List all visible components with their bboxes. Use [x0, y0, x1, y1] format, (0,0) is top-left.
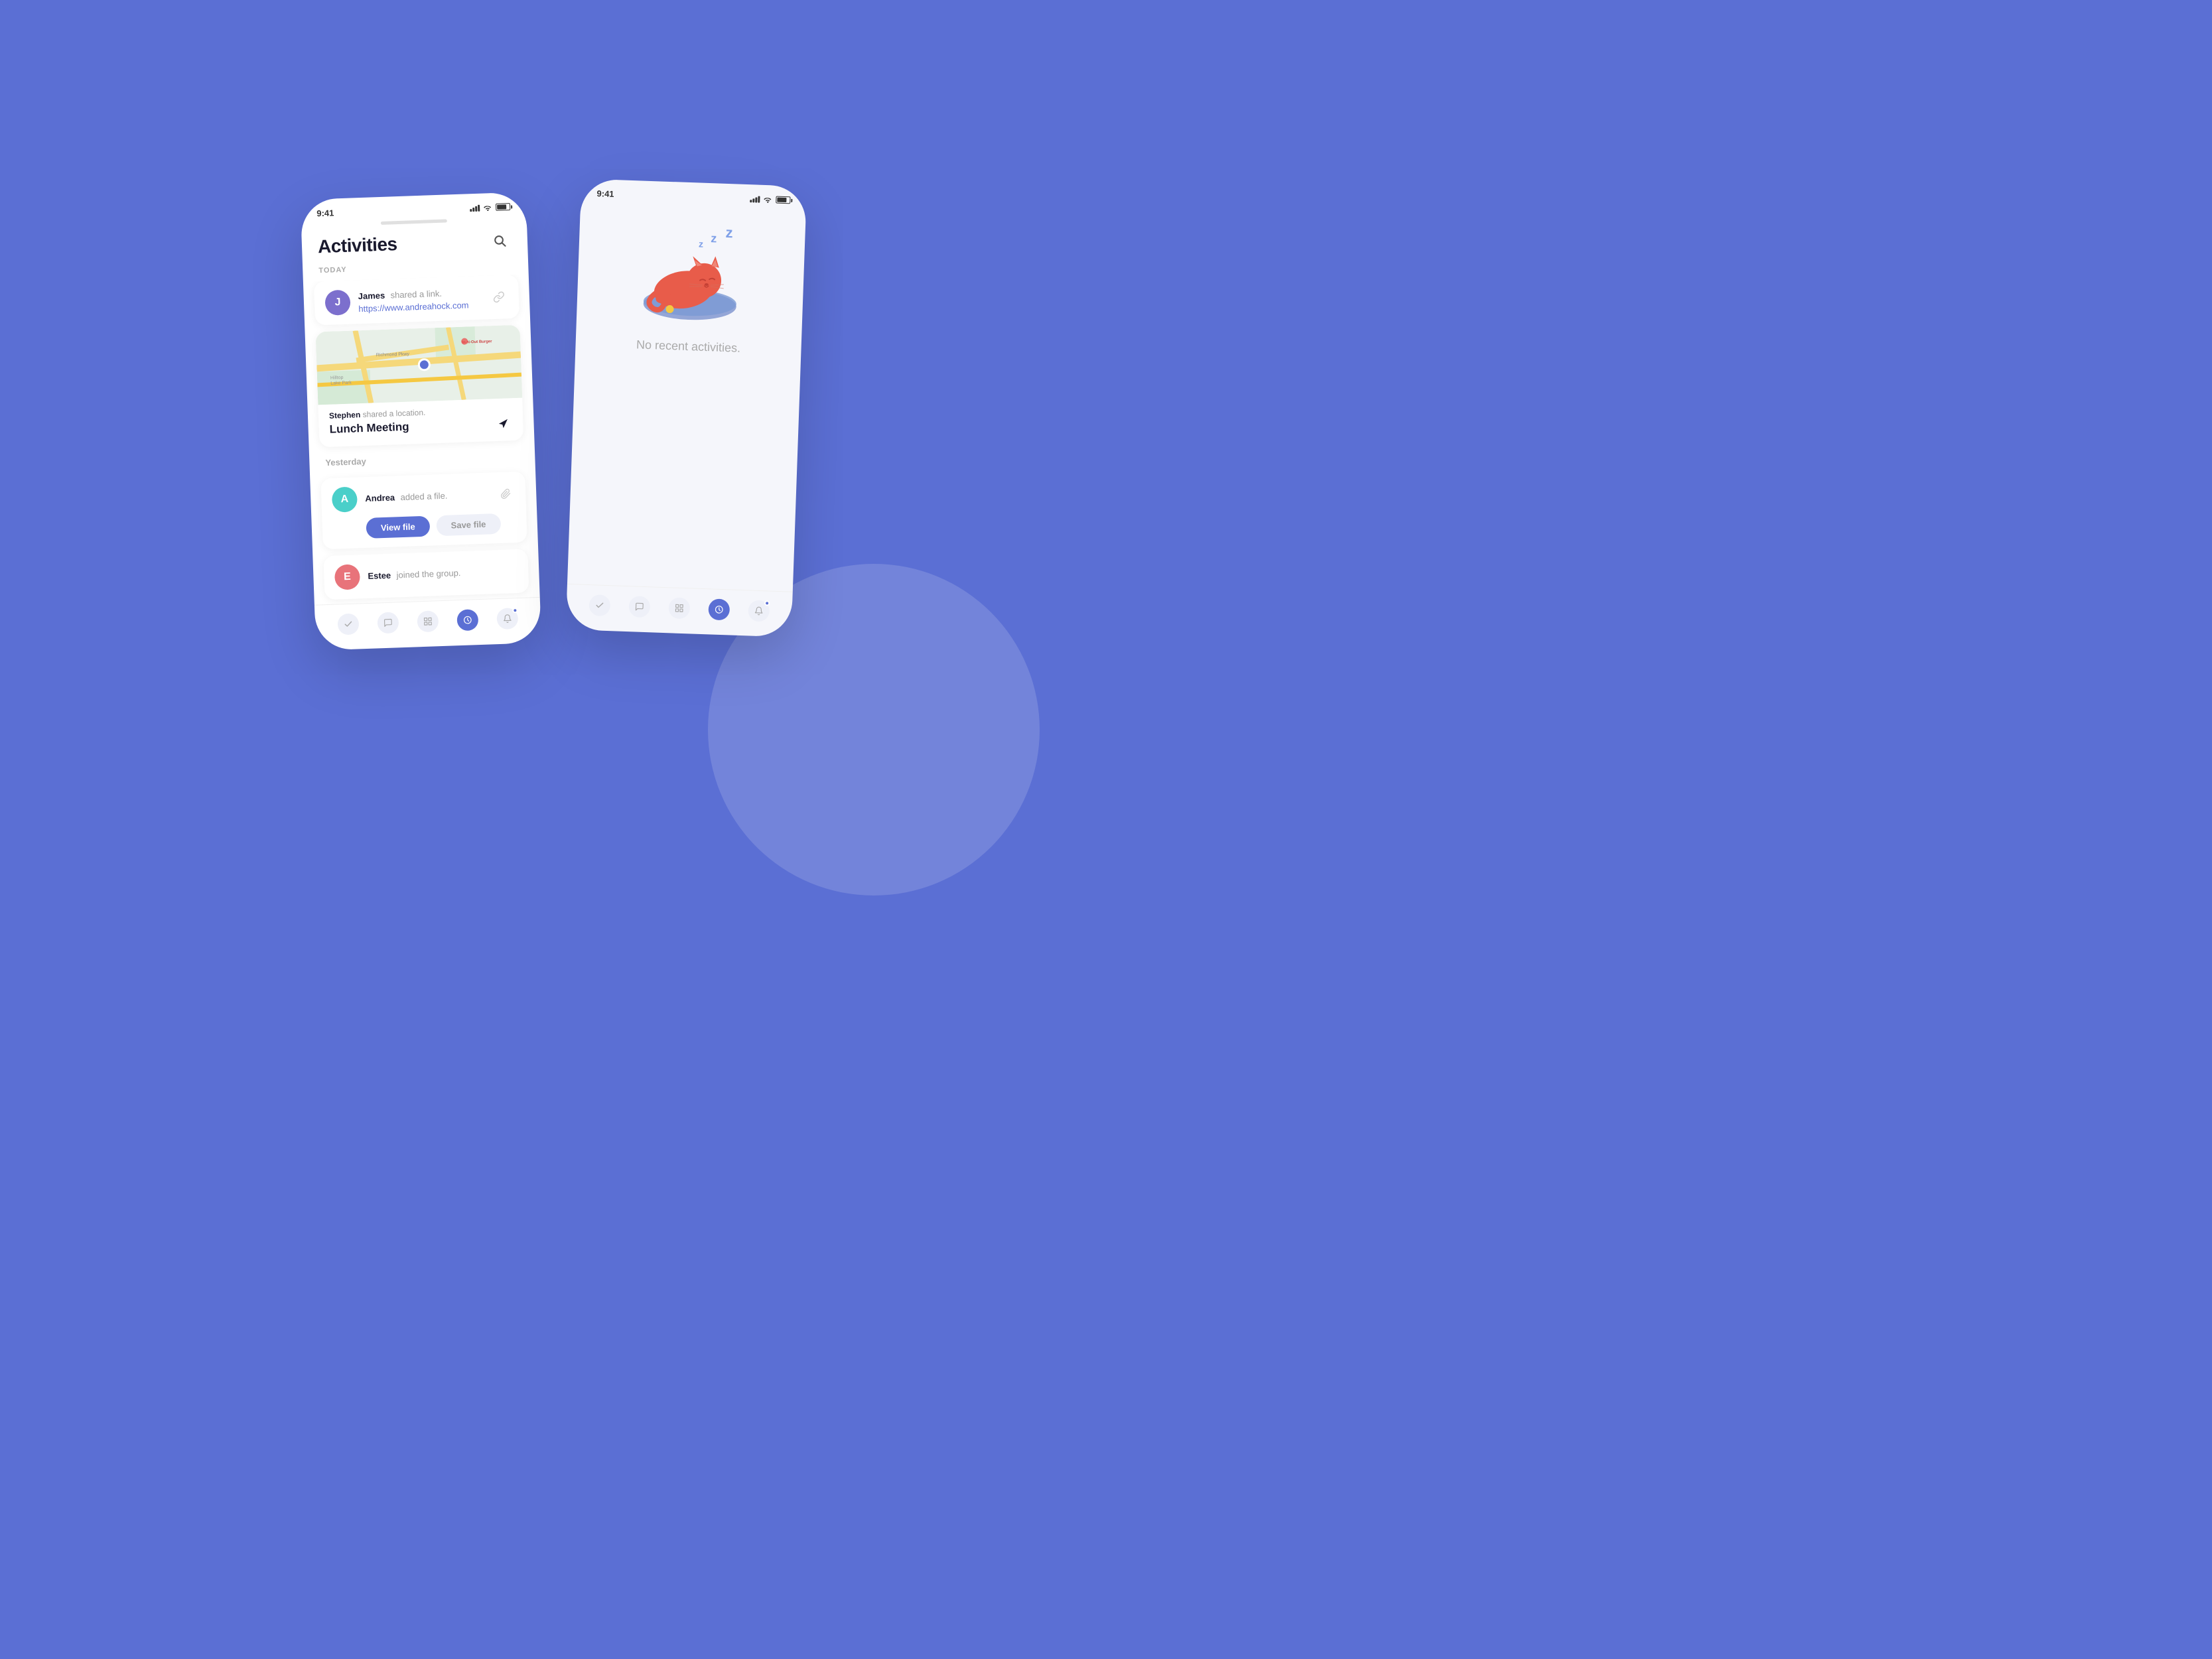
view-file-button[interactable]: View file [366, 516, 430, 539]
phone-activities: 9:41 Activities [300, 192, 541, 650]
activity-action-andrea: added a file. [400, 491, 447, 502]
status-icons [469, 203, 510, 212]
check-nav-icon-2 [588, 594, 610, 616]
battery-icon-2 [776, 196, 790, 204]
chat-nav-icon [377, 612, 399, 633]
status-time-2: 9:41 [596, 188, 614, 199]
svg-text:Lake Park: Lake Park [330, 381, 352, 386]
map-person-name: Stephen [328, 410, 360, 421]
svg-text:z: z [698, 239, 703, 249]
nav-chat[interactable] [376, 610, 400, 635]
chat-nav-icon-2 [628, 596, 650, 618]
clock-nav-icon [456, 609, 478, 631]
bottom-nav-phone2 [565, 584, 792, 637]
location-title: Lunch Meeting [329, 421, 409, 436]
attachment-icon [496, 484, 515, 503]
section-yesterday: Yesterday [319, 447, 524, 472]
search-icon [492, 233, 506, 247]
activities-list: J James shared a link. https://www.andre… [303, 274, 539, 605]
activity-card-join[interactable]: E Estee joined the group. [323, 549, 529, 600]
nav-clock-2[interactable] [707, 597, 731, 622]
grid-nav-icon-2 [668, 597, 690, 619]
bottom-nav-phone1 [314, 597, 541, 651]
nav-chat-2[interactable] [627, 594, 652, 619]
nav-bell-2[interactable] [746, 598, 771, 623]
search-button[interactable] [487, 228, 512, 253]
signal-icon [470, 204, 480, 212]
activity-name-andrea: Andrea [365, 492, 395, 503]
notification-dot [512, 608, 518, 613]
activity-info-estee: Estee joined the group. [368, 565, 518, 582]
svg-text:z: z [710, 232, 717, 245]
svg-text:z: z [725, 225, 733, 241]
battery-icon [495, 203, 510, 211]
nav-bell[interactable] [495, 606, 519, 631]
wifi-icon-2 [763, 196, 772, 203]
nav-clock[interactable] [455, 608, 480, 632]
no-activities-text: No recent activities. [636, 338, 740, 355]
page-title: Activities [317, 233, 397, 257]
activity-card-link[interactable]: J James shared a link. https://www.andre… [313, 275, 519, 326]
nav-grid[interactable] [415, 609, 440, 633]
phone-empty: 9:41 z [565, 178, 807, 637]
activity-card-map[interactable]: Richmond Pkwy In-N-Out Burger Hilltop La… [315, 325, 523, 448]
file-actions: View file Save file [332, 513, 516, 540]
empty-state-content: z z z [567, 203, 805, 592]
sleeping-cat-illustration: z z z [630, 225, 752, 322]
nav-check-2[interactable] [587, 593, 612, 618]
nav-check[interactable] [336, 612, 360, 636]
activity-info-james: James shared a link. https://www.andreah… [358, 286, 482, 313]
link-icon [489, 287, 508, 306]
svg-text:Hilltop: Hilltop [330, 375, 343, 381]
status-icons-2 [750, 195, 790, 204]
activity-name-estee: Estee [368, 570, 391, 581]
wifi-icon [482, 204, 492, 211]
signal-icon-2 [750, 196, 760, 203]
activity-action-james: shared a link. [390, 288, 442, 300]
save-file-button[interactable]: Save file [436, 513, 501, 536]
clock-nav-icon-2 [708, 598, 730, 620]
grid-nav-icon [417, 610, 439, 632]
activity-name-james: James [358, 290, 385, 300]
map-info: Stephen shared a location. Lunch Meeting [318, 398, 523, 448]
avatar-james: J [324, 290, 350, 316]
status-time: 9:41 [316, 208, 334, 218]
avatar-andrea: A [331, 486, 357, 512]
activity-card-file[interactable]: A Andrea added a file. View file [320, 472, 527, 550]
phones-container: 9:41 Activities [308, 189, 799, 640]
nav-grid-2[interactable] [667, 596, 691, 620]
navigate-icon[interactable] [494, 414, 513, 433]
activity-action-estee: joined the group. [396, 568, 460, 580]
check-nav-icon [337, 613, 359, 635]
activity-link-james[interactable]: https://www.andreahock.com [358, 299, 482, 313]
map-visual: Richmond Pkwy In-N-Out Burger Hilltop La… [315, 325, 522, 405]
activity-info-andrea: Andrea added a file. [365, 489, 489, 505]
avatar-estee: E [334, 564, 360, 590]
notification-dot-2 [764, 600, 770, 606]
